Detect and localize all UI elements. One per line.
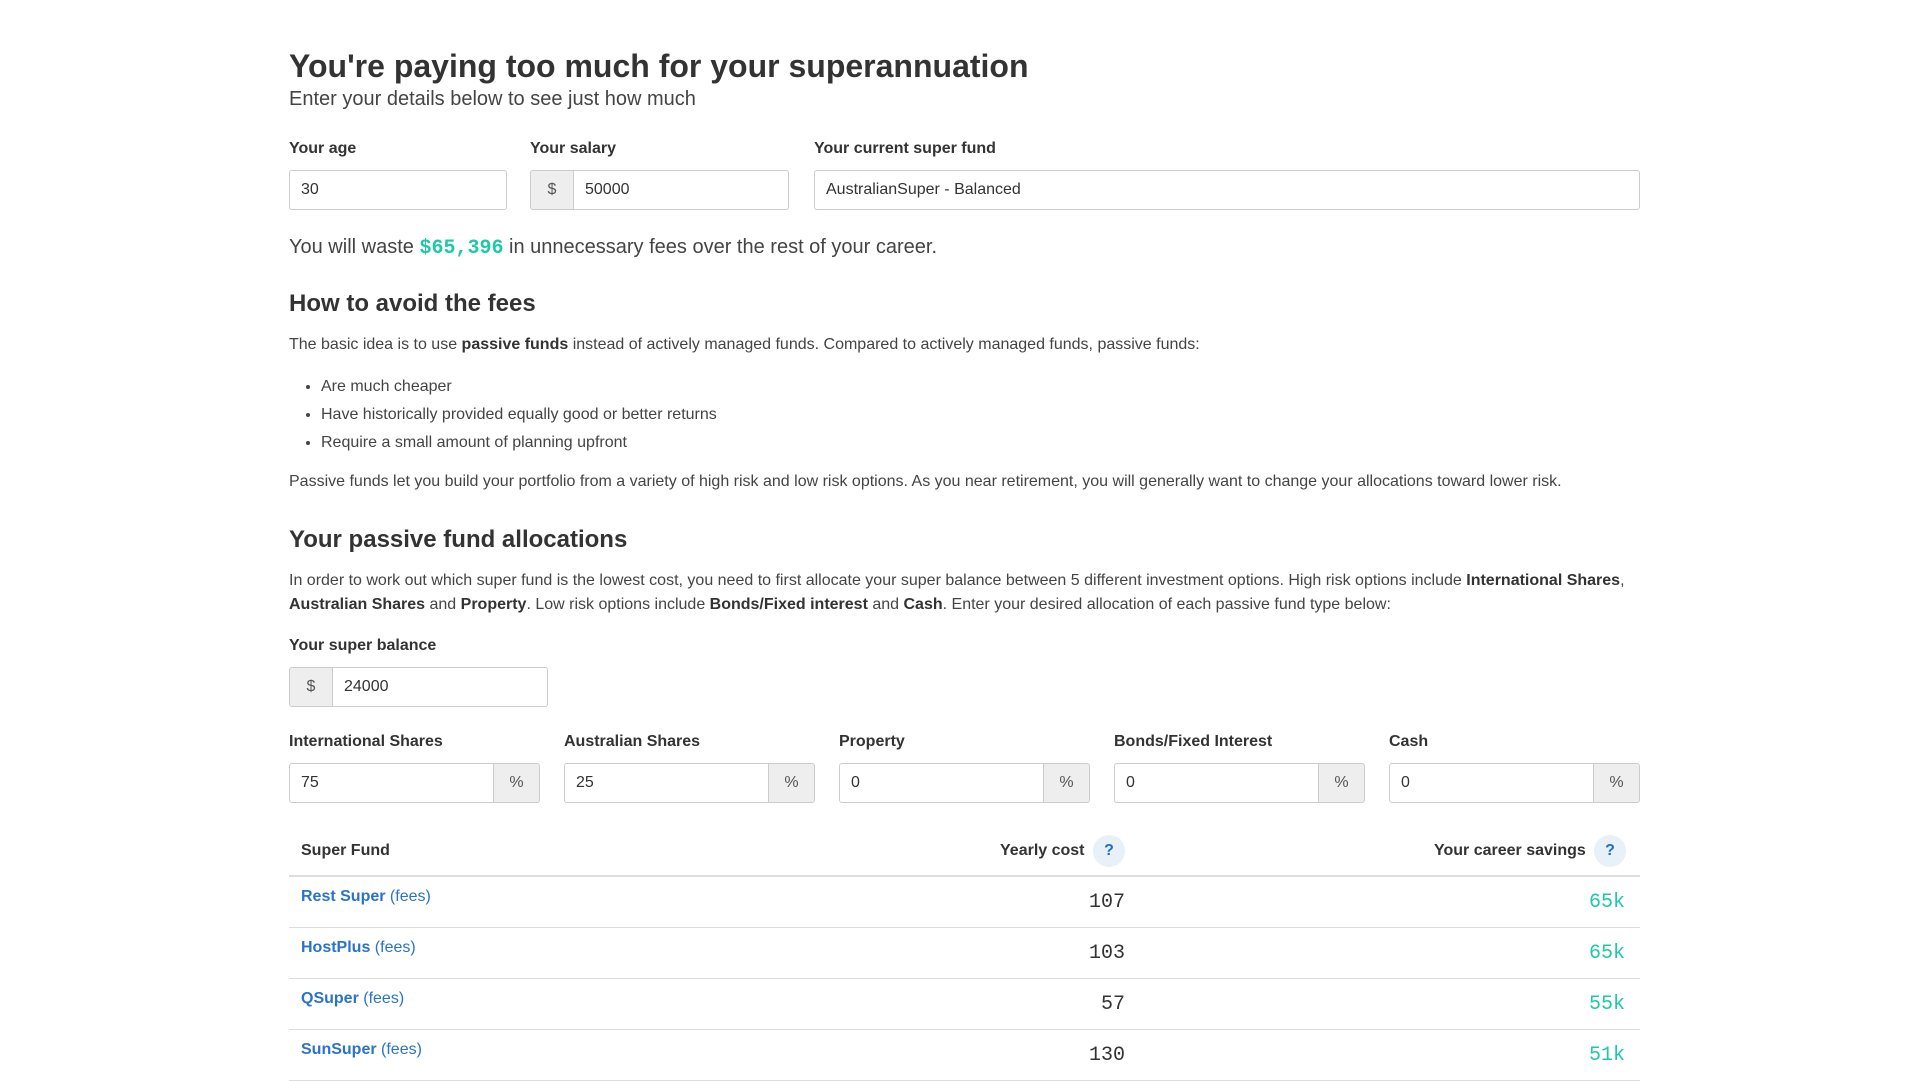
property-term: Property	[460, 596, 527, 613]
yearly-cost-value: 103	[1088, 942, 1125, 965]
page-subtitle: Enter your details below to see just how…	[289, 88, 696, 110]
salary-currency-addon: $	[530, 170, 574, 210]
avoid-intro-text: The basic idea is to use	[289, 336, 462, 353]
cash-term: Cash	[903, 596, 943, 613]
intro-text: ,	[1620, 572, 1625, 589]
australian-shares-label: Australian Shares	[564, 733, 701, 750]
career-savings-value: 65k	[1588, 891, 1625, 914]
avoid-outro: Passive funds let you build your portfol…	[289, 473, 1562, 490]
super-balance-input[interactable]: 24000	[332, 667, 548, 707]
list-item: Require a small amount of planning upfro…	[321, 429, 717, 457]
fees-link[interactable]: (fees)	[381, 1041, 422, 1058]
super-balance-label: Your super balance	[289, 637, 437, 654]
fund-link[interactable]: SunSuper (fees)	[301, 1041, 422, 1059]
table-row: SunSuper (fees) 130 51k	[289, 1030, 1640, 1081]
australian-shares-input[interactable]: 25	[564, 763, 769, 803]
age-label: Your age	[289, 140, 357, 157]
waste-summary: You will waste $65,396 in unnecessary fe…	[289, 236, 937, 260]
intro-text: . Low risk options include	[526, 596, 710, 613]
career-savings-value: 51k	[1588, 1044, 1625, 1067]
property-label: Property	[839, 733, 905, 750]
international-shares-input[interactable]: 75	[289, 763, 494, 803]
col-header-yearly-cost: Yearly cost	[1000, 842, 1085, 859]
yearly-cost-value: 107	[1088, 891, 1125, 914]
table-row: Rest Super (fees) 107 65k	[289, 877, 1640, 928]
fees-link[interactable]: (fees)	[363, 990, 404, 1007]
yearly-cost-value: 130	[1088, 1044, 1125, 1067]
career-savings-help-icon[interactable]: ?	[1594, 835, 1626, 867]
percent-addon: %	[1593, 763, 1640, 803]
percent-addon: %	[1043, 763, 1090, 803]
yearly-cost-help-icon[interactable]: ?	[1093, 835, 1125, 867]
bonds-input[interactable]: 0	[1114, 763, 1319, 803]
avoid-intro-rest: instead of actively managed funds. Compa…	[568, 336, 1200, 353]
waste-suffix: in unnecessary fees over the rest of you…	[503, 236, 938, 258]
waste-amount: $65,396	[419, 237, 504, 260]
table-row: HostPlus (fees) 103 65k	[289, 928, 1640, 979]
intro-text: and	[867, 596, 904, 613]
page-title: You're paying too much for your superann…	[289, 48, 1029, 84]
international-shares-label: International Shares	[289, 733, 443, 750]
fund-name[interactable]: QSuper	[301, 990, 359, 1007]
avoid-intro: The basic idea is to use passive funds i…	[289, 333, 1640, 357]
fund-link[interactable]: QSuper (fees)	[301, 990, 404, 1008]
allocations-intro: In order to work out which super fund is…	[289, 569, 1640, 617]
age-input[interactable]: 30	[289, 170, 507, 210]
avoid-heading: How to avoid the fees	[289, 290, 536, 317]
fund-link[interactable]: Rest Super (fees)	[301, 888, 431, 906]
bonds-label: Bonds/Fixed Interest	[1114, 733, 1273, 750]
waste-prefix: You will waste	[289, 236, 420, 258]
col-header-fund: Super Fund	[301, 842, 390, 859]
fund-name[interactable]: HostPlus	[301, 939, 370, 956]
percent-addon: %	[493, 763, 540, 803]
intro-text: In order to work out which super fund is…	[289, 572, 1467, 589]
intro-text: . Enter your desired allocation of each …	[942, 596, 1391, 613]
salary-label: Your salary	[530, 140, 616, 157]
passive-funds-term: passive funds	[461, 336, 569, 353]
fund-name[interactable]: SunSuper	[301, 1041, 377, 1058]
international-shares-term: International Shares	[1466, 572, 1621, 589]
yearly-cost-value: 57	[1100, 993, 1125, 1016]
cash-input[interactable]: 0	[1389, 763, 1594, 803]
list-item: Have historically provided equally good …	[321, 401, 717, 429]
allocations-heading: Your passive fund allocations	[289, 526, 628, 553]
balance-currency-addon: $	[289, 667, 333, 707]
salary-input[interactable]: 50000	[573, 170, 789, 210]
col-header-career-savings: Your career savings	[1434, 842, 1586, 859]
career-savings-value: 65k	[1588, 942, 1625, 965]
bonds-term: Bonds/Fixed interest	[709, 596, 868, 613]
fund-name[interactable]: Rest Super	[301, 888, 385, 905]
passive-benefits-list: Are much cheaper Have historically provi…	[289, 373, 717, 457]
current-fund-label: Your current super fund	[814, 140, 996, 157]
current-fund-input[interactable]: AustralianSuper - Balanced	[814, 170, 1640, 210]
table-row: QSuper (fees) 57 55k	[289, 979, 1640, 1030]
intro-text: and	[425, 596, 461, 613]
fees-link[interactable]: (fees)	[375, 939, 416, 956]
percent-addon: %	[1318, 763, 1365, 803]
cash-label: Cash	[1389, 733, 1429, 750]
list-item: Are much cheaper	[321, 373, 717, 401]
fees-link[interactable]: (fees)	[390, 888, 431, 905]
career-savings-value: 55k	[1588, 993, 1625, 1016]
fund-link[interactable]: HostPlus (fees)	[301, 939, 416, 957]
percent-addon: %	[768, 763, 815, 803]
australian-shares-term: Australian Shares	[289, 596, 426, 613]
property-input[interactable]: 0	[839, 763, 1044, 803]
